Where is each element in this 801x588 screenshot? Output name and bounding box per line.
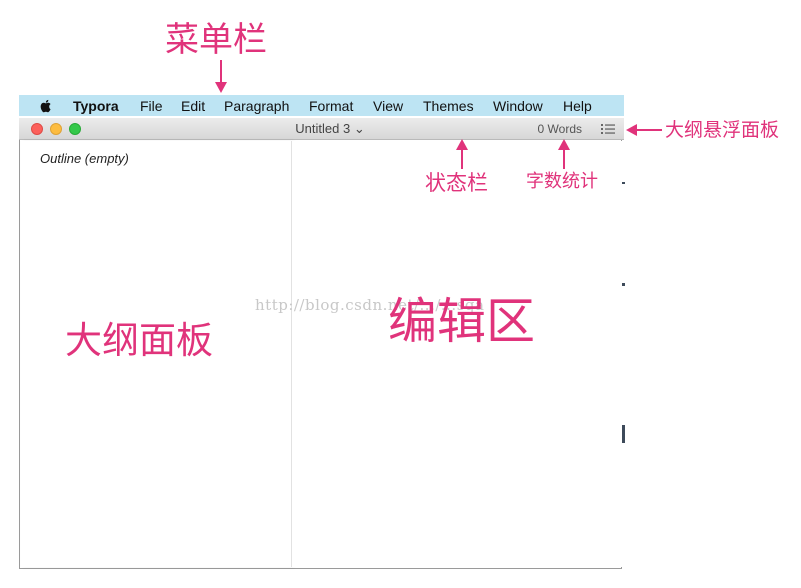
list-icon[interactable] <box>600 123 616 135</box>
floating-outline-annotation: 大纲悬浮面板 <box>665 119 780 141</box>
menu-format[interactable]: Format <box>309 97 353 115</box>
status-bar-annotation: 状态栏 <box>425 171 488 195</box>
menu-edit[interactable]: Edit <box>181 97 205 115</box>
menu-themes[interactable]: Themes <box>423 97 474 115</box>
editor-area[interactable] <box>292 141 622 567</box>
left-arrow-icon <box>626 124 662 136</box>
menu-view[interactable]: View <box>373 97 403 115</box>
editor-area-annotation: 编辑区 <box>388 293 536 350</box>
apple-logo-icon[interactable] <box>38 98 54 114</box>
close-button[interactable] <box>31 123 43 135</box>
up-arrow-icon <box>456 139 468 169</box>
menu-help[interactable]: Help <box>563 97 592 115</box>
menu-typora[interactable]: Typora <box>73 97 119 115</box>
outline-empty-text: Outline (empty) <box>40 151 129 166</box>
up-arrow-icon <box>558 139 570 169</box>
edge-mark <box>622 425 625 443</box>
edge-mark <box>622 182 625 184</box>
word-count-annotation: 字数统计 <box>526 171 598 192</box>
word-count[interactable]: 0 Words <box>520 122 582 136</box>
edge-mark <box>622 283 625 286</box>
minimize-button[interactable] <box>50 123 62 135</box>
menu-paragraph[interactable]: Paragraph <box>224 97 289 115</box>
zoom-button[interactable] <box>69 123 81 135</box>
menu-window[interactable]: Window <box>493 97 543 115</box>
window-title[interactable]: Untitled 3 ⌄ <box>250 121 410 137</box>
menu-bar-annotation: 菜单栏 <box>165 20 267 60</box>
down-arrow-icon <box>215 60 227 93</box>
menu-file[interactable]: File <box>140 97 163 115</box>
outline-panel-annotation: 大纲面板 <box>65 319 213 362</box>
